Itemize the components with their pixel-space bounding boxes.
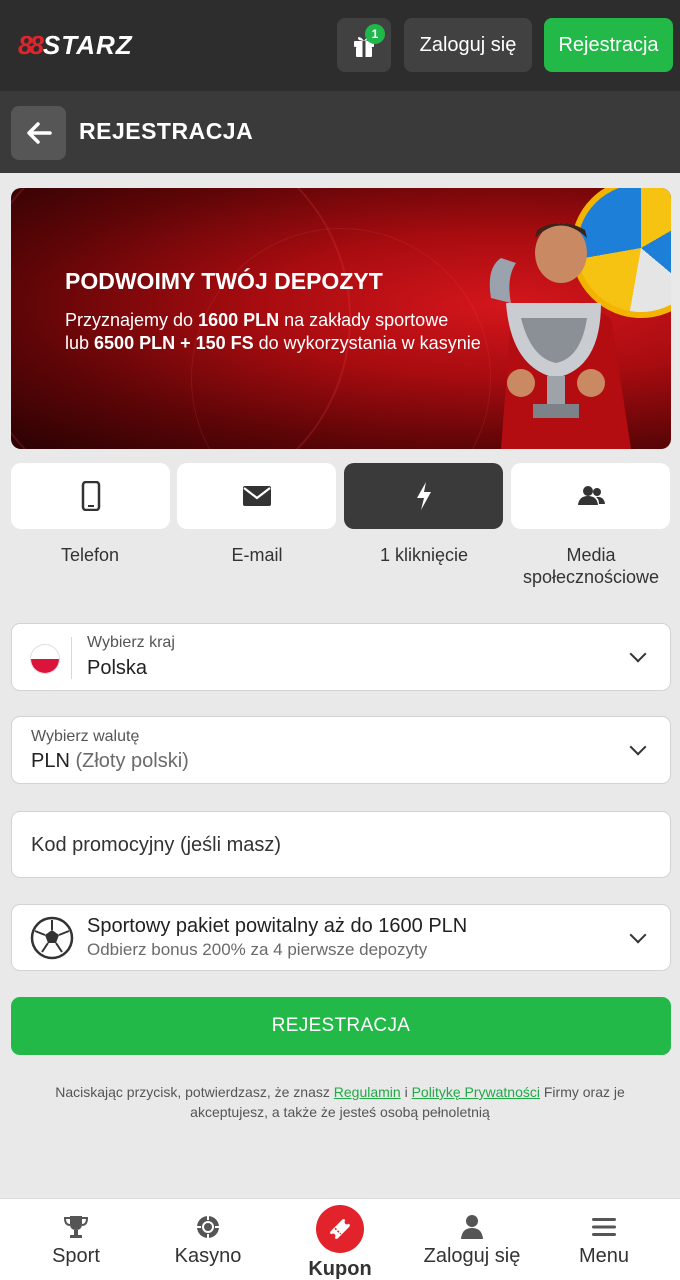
banner-text-line-1: Przyznajemy do 1600 PLN na zakłady sport… xyxy=(65,310,448,331)
bonus-title: Sportowy pakiet powitalny aż do 1600 PLN xyxy=(87,915,468,937)
banner-text-line-2: lub 6500 PLN + 150 FS do wykorzystania w… xyxy=(65,333,481,354)
legal-notice: Naciskając przycisk, potwierdzasz, że zn… xyxy=(30,1082,650,1122)
envelope-icon xyxy=(242,486,271,506)
divider xyxy=(71,637,72,679)
nav-menu-label: Menu xyxy=(578,1245,630,1267)
banner-amount-sport: 1600 PLN xyxy=(198,310,280,330)
nav-login[interactable]: Zaloguj się xyxy=(408,1199,536,1280)
phone-icon xyxy=(81,481,100,511)
hamburger-icon xyxy=(592,1218,616,1236)
bonus-subtitle: Odbierz bonus 200% za 4 pierwsze depozyt… xyxy=(87,940,428,959)
promo-code-input[interactable]: Kod promocyjny (jeśli masz) xyxy=(11,811,671,878)
users-icon xyxy=(577,486,605,505)
country-select[interactable]: Wybierz kraj Polska xyxy=(11,623,671,691)
top-bar: 88 STARZ 1 Zaloguj się Rejestracja xyxy=(0,0,680,91)
tab-one-click-label: 1 kliknięcie xyxy=(379,545,469,565)
promo-banner[interactable]: PODWOIMY TWÓJ DEPOZYT Przyznajemy do 160… xyxy=(11,188,671,449)
tab-social-media[interactable] xyxy=(511,463,670,529)
user-icon xyxy=(461,1215,483,1239)
nav-sport[interactable]: Sport xyxy=(20,1199,132,1280)
banner-title: PODWOIMY TWÓJ DEPOZYT xyxy=(65,268,383,294)
tab-social-media-label: Media społecznościowe xyxy=(506,544,676,588)
banner-amount-casino: 6500 PLN + 150 FS xyxy=(94,333,254,353)
chevron-down-icon xyxy=(629,738,647,756)
banner-text: Przyznajemy do xyxy=(65,310,199,330)
page-title: REJESTRACJA xyxy=(79,118,254,144)
bonus-select[interactable]: Sportowy pakiet powitalny aż do 1600 PLN… xyxy=(11,904,671,971)
tab-email[interactable] xyxy=(177,463,336,529)
country-select-value: Polska xyxy=(87,657,148,679)
logo-mark: 88 xyxy=(18,29,44,60)
player-with-trophy-graphic xyxy=(489,223,631,449)
nav-casino[interactable]: Kasyno xyxy=(152,1199,264,1280)
chevron-down-icon xyxy=(629,926,647,943)
tab-phone-label: Telefon xyxy=(60,545,120,565)
lightning-icon xyxy=(416,482,431,510)
nav-coupon-label: Kupon xyxy=(308,1258,372,1280)
nav-menu[interactable]: Menu xyxy=(548,1199,660,1280)
tab-one-click[interactable] xyxy=(344,463,503,529)
tab-social-media-label-line-1: Media xyxy=(566,545,616,565)
tab-social-media-label-line-2: społecznościowe xyxy=(522,567,660,587)
logo-text: STARZ xyxy=(42,29,133,60)
page-header: REJESTRACJA xyxy=(0,91,680,173)
legal-text: i xyxy=(400,1084,412,1100)
soccer-ball-icon xyxy=(30,916,74,960)
nav-login-label: Zaloguj się xyxy=(423,1245,521,1267)
legal-text: Naciskając przycisk, potwierdzasz, że zn… xyxy=(55,1084,334,1100)
promo-code-placeholder: Kod promocyjny (jeśli masz) xyxy=(31,834,282,856)
chevron-down-icon xyxy=(629,645,647,663)
bottom-navigation: Sport Kasyno Kupon Zaloguj się Menu xyxy=(0,1198,680,1280)
currency-select-label: Wybierz walutę xyxy=(31,728,140,745)
nav-casino-label: Kasyno xyxy=(174,1245,242,1267)
gift-count-badge: 1 xyxy=(365,24,385,44)
tab-phone[interactable] xyxy=(11,463,170,529)
login-button[interactable]: Zaloguj się xyxy=(404,18,532,72)
trophy-icon xyxy=(63,1216,89,1238)
logo[interactable]: 88 STARZ xyxy=(18,30,133,60)
banner-text: do wykorzystania w kasynie xyxy=(253,333,481,353)
currency-name: (Złoty polski) xyxy=(75,750,189,772)
back-button[interactable] xyxy=(11,106,66,160)
nav-sport-label: Sport xyxy=(52,1245,100,1267)
ticket-icon xyxy=(330,1219,350,1239)
banner-text: na zakłady sportowe xyxy=(279,310,449,330)
register-button[interactable]: Rejestracja xyxy=(544,18,673,72)
currency-code: PLN xyxy=(31,750,70,772)
poland-flag-icon xyxy=(30,644,60,674)
submit-registration-button[interactable]: REJESTRACJA xyxy=(11,997,671,1055)
privacy-policy-link[interactable]: Politykę Prywatności xyxy=(412,1084,540,1100)
terms-link[interactable]: Regulamin xyxy=(334,1084,401,1100)
currency-select-value: PLN (Złoty polski) xyxy=(31,750,189,773)
banner-text: lub xyxy=(65,333,95,353)
arrow-left-icon xyxy=(26,122,52,144)
currency-select[interactable]: Wybierz walutę PLN (Złoty polski) xyxy=(11,716,671,784)
nav-coupon[interactable]: Kupon xyxy=(284,1199,396,1280)
casino-chip-icon xyxy=(197,1216,219,1238)
gift-button[interactable]: 1 xyxy=(337,18,391,72)
country-select-label: Wybierz kraj xyxy=(87,634,175,651)
tab-email-label: E-mail xyxy=(231,545,283,565)
